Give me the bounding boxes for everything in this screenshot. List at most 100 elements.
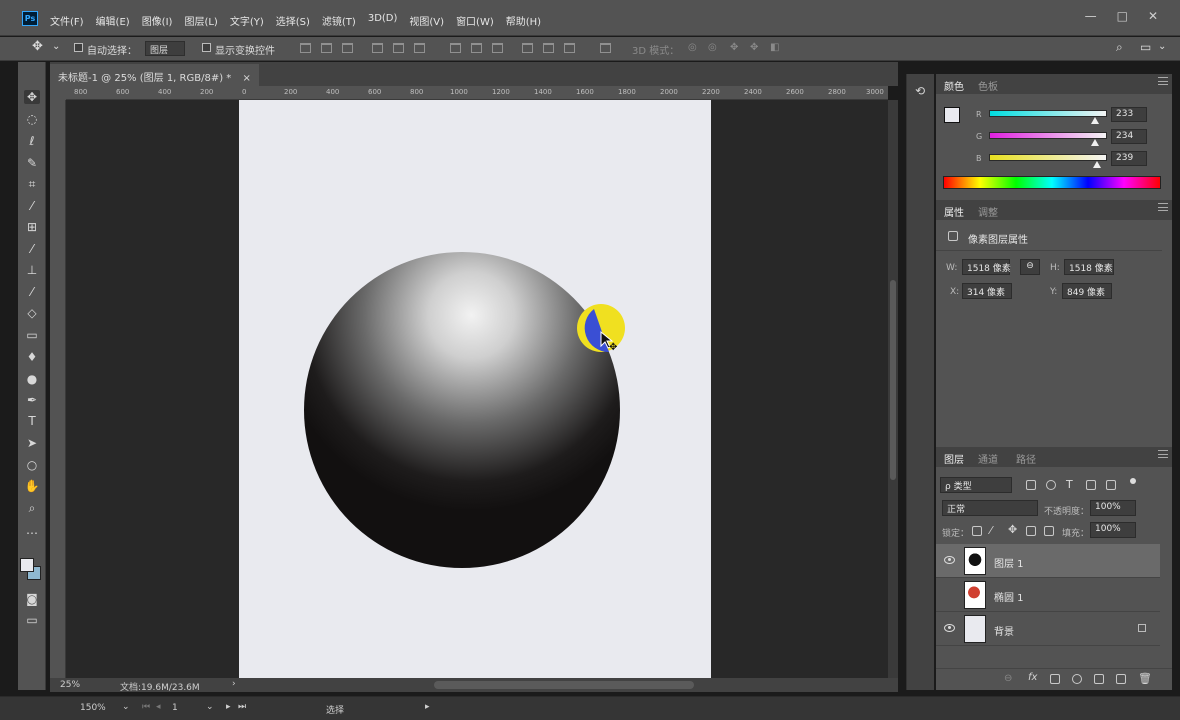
move-tool-icon[interactable]: ✥: [32, 39, 43, 54]
distribute-left-icon[interactable]: [522, 43, 533, 53]
width-field[interactable]: 1518 像素: [962, 259, 1011, 275]
align-right-icon[interactable]: [414, 43, 425, 53]
last-frame-icon[interactable]: ⏭: [238, 702, 246, 712]
chevron-down-icon[interactable]: ⌄: [206, 702, 214, 712]
lasso-tool-icon[interactable]: ℓ: [24, 134, 40, 148]
path-select-tool-icon[interactable]: ➤: [24, 436, 40, 450]
auto-align-icon[interactable]: [600, 43, 611, 53]
menu-file[interactable]: 文件(F): [50, 13, 84, 28]
menu-layer[interactable]: 图层(L): [184, 13, 217, 28]
tab-properties[interactable]: 属性: [944, 204, 964, 219]
opacity-field[interactable]: 100%: [1090, 500, 1136, 516]
menu-select[interactable]: 选择(S): [276, 13, 310, 28]
foreground-color-swatch[interactable]: [20, 558, 34, 572]
move-tool-icon[interactable]: ✥: [24, 90, 40, 104]
align-bottom-icon[interactable]: [342, 43, 353, 53]
align-top-icon[interactable]: [300, 43, 311, 53]
next-frame-icon[interactable]: ▸: [226, 702, 231, 712]
horizontal-scroll-thumb[interactable]: [434, 681, 694, 689]
eye-icon[interactable]: [944, 556, 955, 564]
distribute-right-icon[interactable]: [564, 43, 575, 53]
trash-icon[interactable]: 🗑: [1138, 672, 1152, 685]
play-icon[interactable]: ▸: [425, 702, 430, 712]
layer-name[interactable]: 图层 1: [994, 555, 1024, 570]
distribute-top-icon[interactable]: [450, 43, 461, 53]
3d-pan-icon[interactable]: ✥: [730, 42, 738, 53]
channel-b-value[interactable]: 239: [1111, 151, 1147, 166]
menu-image[interactable]: 图像(I): [142, 13, 173, 28]
tab-layers[interactable]: 图层: [944, 451, 964, 466]
marquee-tool-icon[interactable]: ◌: [24, 112, 40, 126]
pen-tool-icon[interactable]: ✒: [24, 393, 40, 407]
eye-icon[interactable]: [944, 624, 955, 632]
fx-icon[interactable]: fx: [1028, 672, 1037, 683]
eyedropper-tool-icon[interactable]: ⁄: [24, 199, 40, 213]
lock-pixels-icon[interactable]: ⁄: [990, 524, 992, 537]
chevron-down-icon[interactable]: ⌄: [52, 41, 60, 52]
clone-stamp-tool-icon[interactable]: ⊥: [24, 263, 40, 277]
close-button[interactable]: ✕: [1148, 9, 1158, 23]
channel-r-thumb[interactable]: [1091, 117, 1099, 124]
layer-name[interactable]: 背景: [994, 623, 1014, 638]
menu-window[interactable]: 窗口(W): [456, 13, 494, 28]
distribute-vcenter-icon[interactable]: [471, 43, 482, 53]
first-frame-icon[interactable]: ⏮: [142, 702, 150, 712]
color-spectrum-bar[interactable]: [943, 176, 1161, 189]
3d-roll-icon[interactable]: ◎: [708, 42, 717, 53]
minimize-button[interactable]: —: [1085, 9, 1097, 23]
height-field[interactable]: 1518 像素: [1064, 259, 1114, 275]
adjustment-layer-icon[interactable]: [1072, 674, 1082, 684]
filter-smart-object-icon[interactable]: [1106, 480, 1116, 490]
y-position-field[interactable]: 849 像素: [1062, 283, 1112, 299]
search-icon[interactable]: ⌕: [1116, 40, 1123, 55]
ellipse-tool-icon[interactable]: ○: [24, 458, 40, 472]
menu-filter[interactable]: 滤镜(T): [322, 13, 356, 28]
brush-tool-icon[interactable]: ⁄: [24, 242, 40, 256]
channel-g-thumb[interactable]: [1091, 139, 1099, 146]
document-tab[interactable]: 未标题-1 @ 25% (图层 1, RGB/8#) * ×: [50, 64, 259, 86]
chevron-down-icon[interactable]: ⌄: [1158, 41, 1166, 52]
channel-b-thumb[interactable]: [1093, 161, 1101, 168]
layer-row[interactable]: 图层 1: [936, 544, 1160, 578]
zoom-level[interactable]: 25%: [60, 680, 80, 690]
tab-paths[interactable]: 路径: [1016, 451, 1036, 466]
menu-view[interactable]: 视图(V): [409, 13, 444, 28]
blur-tool-icon[interactable]: ♦: [24, 350, 40, 364]
filter-type-icon[interactable]: T: [1066, 478, 1073, 491]
panel-menu-icon[interactable]: [1158, 450, 1168, 458]
menu-edit[interactable]: 编辑(E): [96, 13, 130, 28]
fill-field[interactable]: 100%: [1090, 522, 1136, 538]
chevron-right-icon[interactable]: ›: [232, 679, 236, 689]
history-brush-tool-icon[interactable]: ⁄: [24, 285, 40, 299]
lock-position-icon[interactable]: ✥: [1008, 523, 1017, 536]
vertical-scroll-thumb[interactable]: [890, 280, 896, 480]
distribute-hcenter-icon[interactable]: [543, 43, 554, 53]
healing-brush-tool-icon[interactable]: ⊞: [24, 220, 40, 234]
lock-artboard-icon[interactable]: [1026, 526, 1036, 536]
zoom-tool-icon[interactable]: ⌕: [24, 501, 40, 515]
workspace-icon[interactable]: ▭: [1140, 40, 1151, 54]
close-tab-icon[interactable]: ×: [242, 73, 250, 84]
link-layers-icon[interactable]: ⊖: [1004, 673, 1012, 684]
document-canvas[interactable]: ✥: [239, 100, 711, 678]
channel-b-slider[interactable]: [989, 154, 1107, 161]
filter-pixel-icon[interactable]: [1026, 480, 1036, 490]
distribute-bottom-icon[interactable]: [492, 43, 503, 53]
blend-mode-dropdown[interactable]: 正常: [942, 500, 1038, 516]
tab-adjustments[interactable]: 调整: [978, 204, 998, 219]
crop-tool-icon[interactable]: ⌗: [24, 177, 40, 191]
layer-name[interactable]: 椭圆 1: [994, 589, 1024, 604]
panel-menu-icon[interactable]: [1158, 203, 1168, 211]
add-mask-icon[interactable]: [1050, 674, 1060, 684]
lock-transparency-icon[interactable]: [972, 526, 982, 536]
quick-mask-icon[interactable]: ◙: [24, 592, 40, 606]
layer-row[interactable]: 椭圆 1: [936, 578, 1160, 612]
new-layer-icon[interactable]: [1116, 674, 1126, 684]
channel-g-value[interactable]: 234: [1111, 129, 1147, 144]
screen-mode-icon[interactable]: ▭: [24, 613, 40, 627]
timeline-zoom[interactable]: 150%: [80, 703, 106, 713]
filter-shape-icon[interactable]: [1086, 480, 1096, 490]
3d-orbit-icon[interactable]: ◎: [688, 42, 697, 53]
lock-all-icon[interactable]: [1044, 526, 1054, 536]
eraser-tool-icon[interactable]: ◇: [24, 306, 40, 320]
